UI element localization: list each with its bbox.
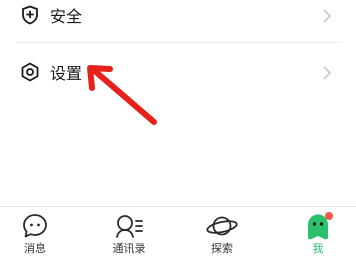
planet-icon bbox=[206, 213, 238, 243]
red-arrow-annotation bbox=[80, 58, 160, 132]
divider bbox=[16, 42, 340, 43]
bottom-tab-bar: 消息 通讯录 探索 我 bbox=[0, 206, 356, 261]
menu-item-label: 安全 bbox=[50, 7, 83, 26]
tab-label: 消息 bbox=[24, 242, 46, 255]
menu-item-security[interactable]: 安全 bbox=[0, 0, 356, 38]
tab-label: 我 bbox=[312, 242, 324, 255]
tab-label: 探索 bbox=[211, 242, 233, 255]
tab-messages[interactable]: 消息 bbox=[0, 207, 71, 261]
settings-screen: 安全 设置 消息 通讯录 探索 我 bbox=[0, 0, 356, 261]
chevron-right-icon bbox=[322, 65, 332, 80]
notification-badge bbox=[325, 212, 333, 220]
message-bubble-icon bbox=[22, 213, 48, 243]
tab-discover[interactable]: 探索 bbox=[186, 207, 258, 261]
menu-item-label: 设置 bbox=[50, 64, 83, 83]
tab-contacts[interactable]: 通讯录 bbox=[93, 207, 165, 261]
contacts-icon bbox=[114, 213, 144, 243]
menu-item-settings[interactable]: 设置 bbox=[0, 49, 356, 95]
tab-label: 通讯录 bbox=[112, 242, 146, 255]
chevron-right-icon bbox=[322, 8, 332, 23]
settings-hexagon-icon bbox=[20, 62, 40, 82]
tab-me[interactable]: 我 bbox=[282, 207, 354, 261]
shield-icon bbox=[20, 5, 40, 25]
